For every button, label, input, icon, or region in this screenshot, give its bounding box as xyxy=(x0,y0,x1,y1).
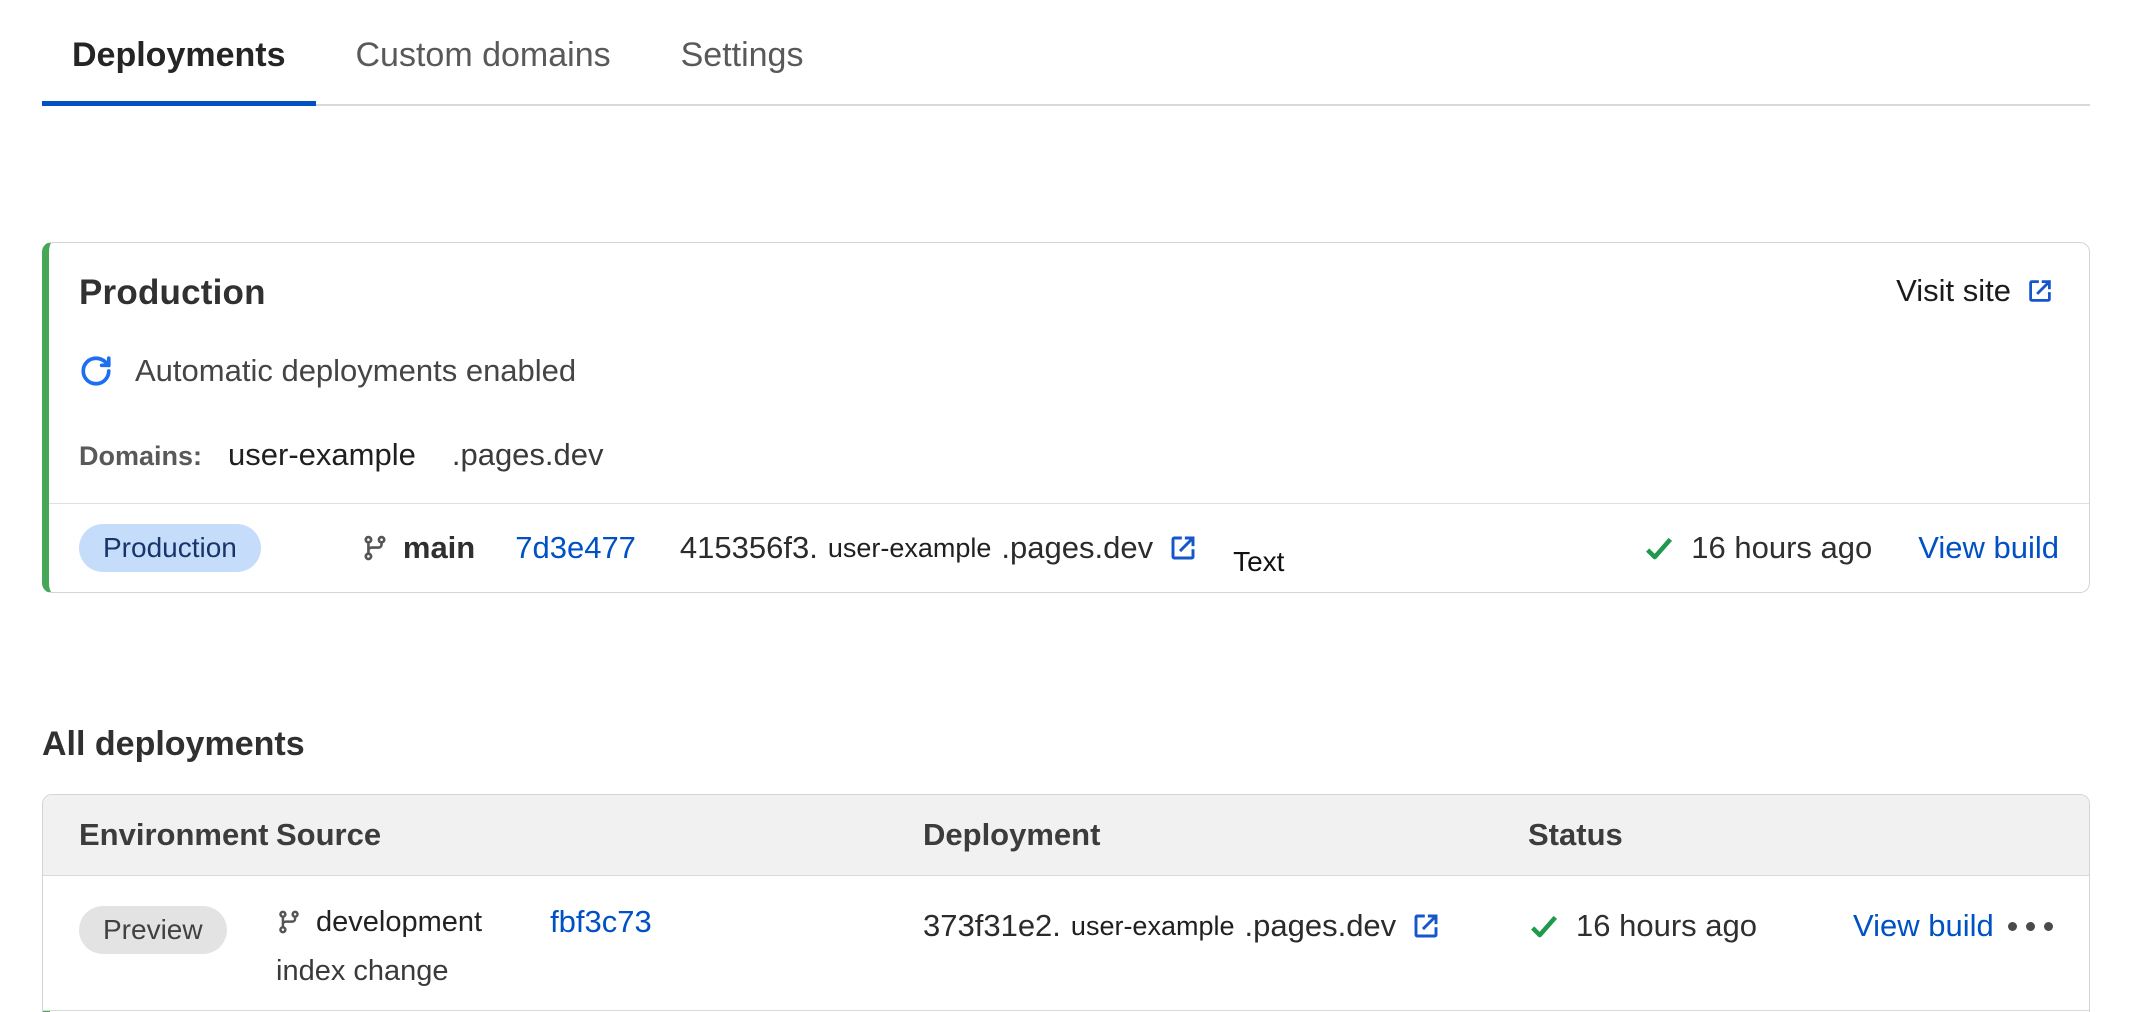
view-build-link[interactable]: View build xyxy=(1853,908,1994,944)
source-branch: development fbf3c73 xyxy=(276,904,652,940)
check-icon xyxy=(1528,910,1560,942)
view-build-link[interactable]: View build xyxy=(1918,530,2059,566)
environment-badge: Production xyxy=(79,524,261,572)
external-link-icon xyxy=(2025,276,2055,306)
check-icon xyxy=(1643,532,1675,564)
deployment-status: 16 hours ago View build xyxy=(1643,530,2059,566)
tab-settings[interactable]: Settings xyxy=(651,20,834,106)
deployment-cell: 373f31e2. user-example .pages.dev xyxy=(923,904,1528,944)
status-cell: 16 hours ago View build xyxy=(1528,904,2089,944)
more-options-button[interactable] xyxy=(2006,916,2055,937)
tab-deployments[interactable]: Deployments xyxy=(42,20,316,106)
domain-name: user-example xyxy=(228,437,416,473)
production-title: Production xyxy=(79,273,266,313)
visit-site-label: Visit site xyxy=(1896,273,2011,309)
all-deployments-title: All deployments xyxy=(42,725,2090,764)
domains-label: Domains: xyxy=(79,441,202,472)
domains-row: Domains: user-example .pages.dev xyxy=(79,437,2055,473)
table-header: Environment Source Deployment Status xyxy=(43,795,2089,876)
refresh-icon xyxy=(79,354,113,388)
commit-message: Text xyxy=(1233,546,1284,578)
source-branch: main xyxy=(361,530,475,566)
deployment-id: 373f31e2. xyxy=(923,908,1061,944)
column-deployment: Deployment xyxy=(923,817,1528,853)
environment-badge: Preview xyxy=(79,906,227,954)
tab-bar: Deployments Custom domains Settings xyxy=(42,0,2090,106)
external-link-icon[interactable] xyxy=(1410,910,1442,942)
deployment-suffix: .pages.dev xyxy=(1245,908,1397,944)
automatic-deployments-text: Automatic deployments enabled xyxy=(135,353,576,389)
tab-custom-domains[interactable]: Custom domains xyxy=(326,20,641,106)
deployment-suffix: .pages.dev xyxy=(1001,530,1153,566)
commit-message: index change xyxy=(276,955,923,988)
source-cell: development fbf3c73 index change xyxy=(276,904,923,988)
deployment-status: 16 hours ago xyxy=(1528,908,1757,944)
deployment-project: user-example xyxy=(1071,911,1235,942)
status-time: 16 hours ago xyxy=(1576,908,1757,944)
column-source: Source xyxy=(276,817,923,853)
branch-name: development xyxy=(316,906,482,939)
branch-name: main xyxy=(403,530,475,566)
production-deployment-row: Production main 7d3e477 415356f3. user-e… xyxy=(49,503,2089,592)
deployments-table: Environment Source Deployment Status Pre… xyxy=(42,794,2090,1012)
environment-cell: Preview xyxy=(79,904,276,954)
external-link-icon[interactable] xyxy=(1167,532,1199,564)
production-card-header: Production Visit site xyxy=(49,243,2089,503)
production-card: Production Visit site xyxy=(42,242,2090,593)
commit-hash-link[interactable]: 7d3e477 xyxy=(515,530,636,566)
pages-project-page: Deployments Custom domains Settings Prod… xyxy=(0,0,2132,1012)
column-status: Status xyxy=(1528,817,2089,853)
deployment-url: 373f31e2. user-example .pages.dev xyxy=(923,908,1442,944)
table-row: Preview development fbf3c73 index change xyxy=(43,876,2089,1011)
domain-suffix: .pages.dev xyxy=(452,437,604,473)
deployment-id: 415356f3. xyxy=(680,530,818,566)
commit-hash-link[interactable]: fbf3c73 xyxy=(550,904,652,940)
column-environment: Environment xyxy=(79,817,276,853)
automatic-deployments-status: Automatic deployments enabled xyxy=(79,353,2055,389)
deployment-project: user-example xyxy=(828,533,992,564)
status-time: 16 hours ago xyxy=(1691,530,1872,566)
deployment-url: 415356f3. user-example .pages.dev xyxy=(680,530,1199,566)
git-branch-icon xyxy=(361,534,389,562)
visit-site-link[interactable]: Visit site xyxy=(1896,273,2055,309)
git-branch-icon xyxy=(276,909,302,935)
